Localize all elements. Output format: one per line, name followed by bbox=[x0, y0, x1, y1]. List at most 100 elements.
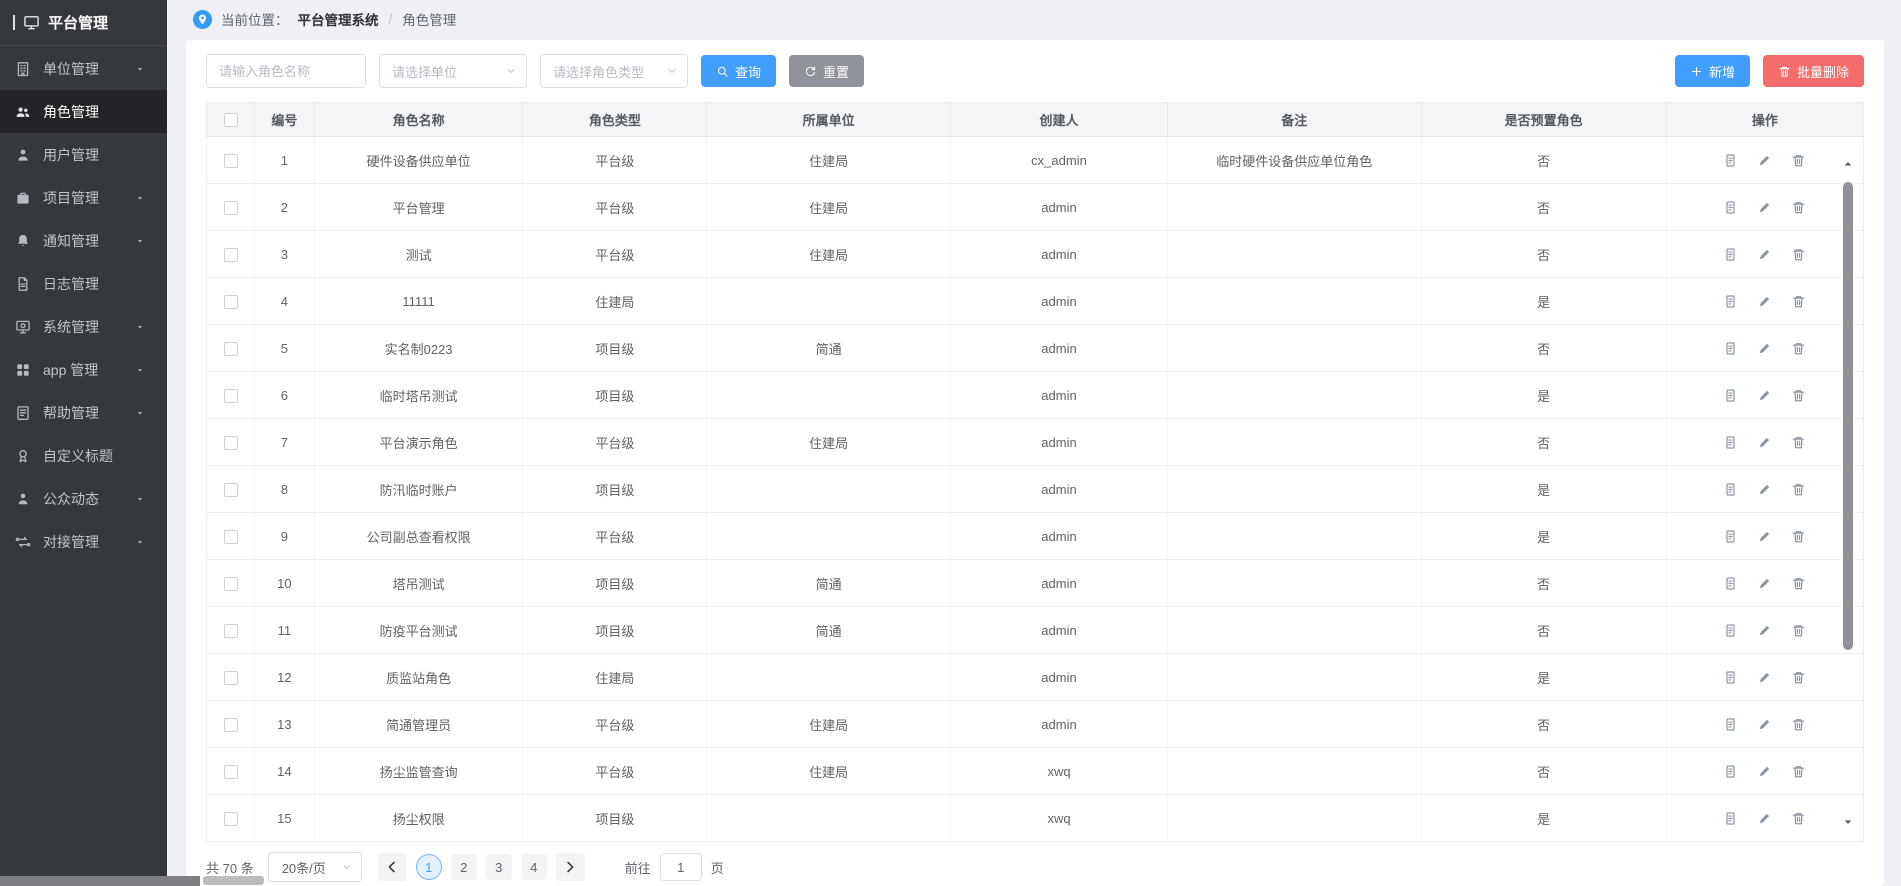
sidebar-item-integration-management[interactable]: 对接管理 bbox=[0, 520, 167, 563]
view-detail-icon[interactable] bbox=[1723, 247, 1738, 262]
breadcrumb-root[interactable]: 平台管理系统 bbox=[298, 9, 379, 29]
row-checkbox[interactable] bbox=[224, 765, 238, 779]
view-detail-icon[interactable] bbox=[1723, 388, 1738, 403]
row-checkbox[interactable] bbox=[224, 483, 238, 497]
delete-icon[interactable] bbox=[1791, 717, 1806, 732]
sidebar-item-project-management[interactable]: 项目管理 bbox=[0, 176, 167, 219]
edit-icon[interactable] bbox=[1757, 294, 1772, 309]
cell-creator: admin bbox=[950, 654, 1167, 701]
row-checkbox[interactable] bbox=[224, 201, 238, 215]
view-detail-icon[interactable] bbox=[1723, 670, 1738, 685]
edit-icon[interactable] bbox=[1757, 247, 1772, 262]
sidebar-item-label: 自定义标题 bbox=[43, 446, 113, 466]
sidebar-item-app-management[interactable]: app 管理 bbox=[0, 348, 167, 391]
select-all-checkbox[interactable] bbox=[224, 113, 238, 127]
horizontal-scroll-handle[interactable] bbox=[203, 876, 264, 885]
delete-icon[interactable] bbox=[1791, 341, 1806, 356]
role-name-input[interactable] bbox=[206, 54, 366, 88]
edit-icon[interactable] bbox=[1757, 670, 1772, 685]
sidebar-item-public-dynamics[interactable]: 公众动态 bbox=[0, 477, 167, 520]
table-row: 5实名制0223项目级简通admin否 bbox=[207, 325, 1864, 372]
chevron-down-icon bbox=[666, 65, 678, 77]
view-detail-icon[interactable] bbox=[1723, 435, 1738, 450]
scroll-up-arrow[interactable] bbox=[1842, 158, 1854, 170]
edit-icon[interactable] bbox=[1757, 764, 1772, 779]
edit-icon[interactable] bbox=[1757, 529, 1772, 544]
help-doc-icon bbox=[15, 405, 32, 421]
delete-icon[interactable] bbox=[1791, 623, 1806, 638]
view-detail-icon[interactable] bbox=[1723, 529, 1738, 544]
delete-icon[interactable] bbox=[1791, 576, 1806, 591]
cell-unit: 住建局 bbox=[707, 748, 951, 795]
row-checkbox[interactable] bbox=[224, 389, 238, 403]
edit-icon[interactable] bbox=[1757, 717, 1772, 732]
delete-icon[interactable] bbox=[1791, 435, 1806, 450]
row-checkbox[interactable] bbox=[224, 812, 238, 826]
sidebar-item-label: 日志管理 bbox=[43, 274, 99, 294]
row-checkbox[interactable] bbox=[224, 248, 238, 262]
delete-icon[interactable] bbox=[1791, 153, 1806, 168]
delete-icon[interactable] bbox=[1791, 529, 1806, 544]
cell-creator: admin bbox=[950, 701, 1167, 748]
table-row: 411111住建局admin是 bbox=[207, 278, 1864, 325]
cell-unit bbox=[707, 513, 951, 560]
view-detail-icon[interactable] bbox=[1723, 482, 1738, 497]
edit-icon[interactable] bbox=[1757, 435, 1772, 450]
scroll-thumb[interactable] bbox=[1843, 182, 1853, 650]
cell-index: 4 bbox=[255, 278, 315, 325]
row-checkbox[interactable] bbox=[224, 342, 238, 356]
row-checkbox[interactable] bbox=[224, 154, 238, 168]
sidebar-item-role-management[interactable]: 角色管理 bbox=[0, 90, 167, 133]
edit-icon[interactable] bbox=[1757, 482, 1772, 497]
delete-icon[interactable] bbox=[1791, 764, 1806, 779]
edit-icon[interactable] bbox=[1757, 388, 1772, 403]
view-detail-icon[interactable] bbox=[1723, 153, 1738, 168]
edit-icon[interactable] bbox=[1757, 811, 1772, 826]
row-checkbox[interactable] bbox=[224, 295, 238, 309]
sidebar-item-user-management[interactable]: 用户管理 bbox=[0, 133, 167, 176]
role-type-select[interactable]: 请选择角色类型 bbox=[540, 54, 688, 88]
view-detail-icon[interactable] bbox=[1723, 200, 1738, 215]
add-button[interactable]: 新增 bbox=[1675, 55, 1750, 87]
cell-actions bbox=[1666, 372, 1863, 419]
sidebar-item-notice-management[interactable]: 通知管理 bbox=[0, 219, 167, 262]
delete-icon[interactable] bbox=[1791, 294, 1806, 309]
sidebar-item-help-management[interactable]: 帮助管理 bbox=[0, 391, 167, 434]
sidebar-item-system-management[interactable]: 系统管理 bbox=[0, 305, 167, 348]
view-detail-icon[interactable] bbox=[1723, 341, 1738, 356]
view-detail-icon[interactable] bbox=[1723, 717, 1738, 732]
edit-icon[interactable] bbox=[1757, 341, 1772, 356]
delete-icon[interactable] bbox=[1791, 811, 1806, 826]
row-checkbox[interactable] bbox=[224, 577, 238, 591]
row-checkbox[interactable] bbox=[224, 671, 238, 685]
delete-icon[interactable] bbox=[1791, 482, 1806, 497]
row-select-cell bbox=[207, 748, 255, 795]
horizontal-scroll-thumb[interactable] bbox=[0, 876, 200, 886]
delete-icon[interactable] bbox=[1791, 247, 1806, 262]
delete-icon[interactable] bbox=[1791, 200, 1806, 215]
sidebar-item-unit-management[interactable]: 单位管理 bbox=[0, 47, 167, 90]
edit-icon[interactable] bbox=[1757, 576, 1772, 591]
view-detail-icon[interactable] bbox=[1723, 576, 1738, 591]
row-checkbox[interactable] bbox=[224, 718, 238, 732]
row-checkbox[interactable] bbox=[224, 530, 238, 544]
batch-delete-button[interactable]: 批量删除 bbox=[1763, 55, 1864, 87]
view-detail-icon[interactable] bbox=[1723, 764, 1738, 779]
cell-remark bbox=[1168, 654, 1422, 701]
scroll-down-arrow[interactable] bbox=[1842, 816, 1854, 828]
delete-icon[interactable] bbox=[1791, 388, 1806, 403]
view-detail-icon[interactable] bbox=[1723, 623, 1738, 638]
unit-select[interactable]: 请选择单位 bbox=[379, 54, 527, 88]
row-checkbox[interactable] bbox=[224, 624, 238, 638]
view-detail-icon[interactable] bbox=[1723, 294, 1738, 309]
reset-button[interactable]: 重置 bbox=[789, 55, 864, 87]
edit-icon[interactable] bbox=[1757, 153, 1772, 168]
edit-icon[interactable] bbox=[1757, 623, 1772, 638]
sidebar-item-log-management[interactable]: 日志管理 bbox=[0, 262, 167, 305]
edit-icon[interactable] bbox=[1757, 200, 1772, 215]
delete-icon[interactable] bbox=[1791, 670, 1806, 685]
sidebar-item-custom-title[interactable]: 自定义标题 bbox=[0, 434, 167, 477]
row-checkbox[interactable] bbox=[224, 436, 238, 450]
view-detail-icon[interactable] bbox=[1723, 811, 1738, 826]
search-button[interactable]: 查询 bbox=[701, 55, 776, 87]
